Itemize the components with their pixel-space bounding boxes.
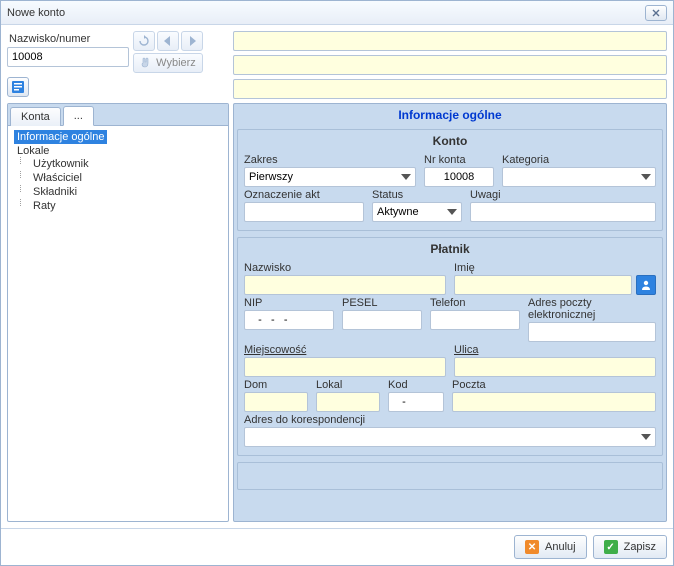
arrow-right-icon <box>188 36 196 46</box>
tab-konta[interactable]: Konta <box>10 107 61 126</box>
email-input[interactable] <box>528 322 656 342</box>
kod-label: Kod <box>388 379 444 391</box>
nazwisko-input[interactable] <box>244 275 446 295</box>
titlebar: Nowe konto <box>1 1 673 25</box>
zakres-label: Zakres <box>244 154 416 166</box>
main-panel: Informacje ogólne Konto Zakres Pierwszy … <box>233 103 667 522</box>
tree-item-skladniki[interactable]: Składniki <box>30 185 224 199</box>
poczta-label: Poczta <box>452 379 656 391</box>
arrow-left-icon <box>164 36 172 46</box>
telefon-input[interactable] <box>430 310 520 330</box>
section-platnik: Płatnik Nazwisko Imię <box>237 237 663 456</box>
nip-label: NIP <box>244 297 334 309</box>
window-close-button[interactable] <box>645 5 667 21</box>
hand-icon <box>140 57 152 69</box>
close-icon <box>652 9 660 17</box>
pesel-label: PESEL <box>342 297 422 309</box>
koresp-select[interactable] <box>244 427 656 447</box>
window: Nowe konto Nazwisko/numer <box>0 0 674 566</box>
refresh-icon <box>138 35 150 47</box>
form-icon <box>11 80 25 94</box>
top-input-1[interactable] <box>233 31 667 51</box>
section-konto-title: Konto <box>244 132 656 152</box>
ulica-input[interactable] <box>454 357 656 377</box>
anuluj-button[interactable]: ✕ Anuluj <box>514 535 587 559</box>
details-button[interactable] <box>7 77 29 97</box>
koresp-label: Adres do korespondencji <box>244 414 656 426</box>
uwagi-label: Uwagi <box>470 189 656 201</box>
status-select[interactable]: Aktywne <box>372 202 462 222</box>
zapisz-button[interactable]: ✓ Zapisz <box>593 535 667 559</box>
section-empty <box>237 462 663 490</box>
footer: ✕ Anuluj ✓ Zapisz <box>1 528 673 565</box>
poczta-input[interactable] <box>452 392 656 412</box>
nrkonta-label: Nr konta <box>424 154 494 166</box>
uwagi-input[interactable] <box>470 202 656 222</box>
wybierz-button[interactable]: Wybierz <box>133 53 203 73</box>
email-label: Adres poczty elektronicznej <box>528 297 656 321</box>
zapisz-label: Zapisz <box>624 541 656 553</box>
cancel-icon: ✕ <box>525 540 539 554</box>
tree-item-raty[interactable]: Raty <box>30 199 224 213</box>
anuluj-label: Anuluj <box>545 541 576 553</box>
status-label: Status <box>372 189 462 201</box>
save-icon: ✓ <box>604 540 618 554</box>
wybierz-label: Wybierz <box>156 57 196 69</box>
oznaczenie-input[interactable] <box>244 202 364 222</box>
tab-current[interactable]: ... <box>63 106 94 126</box>
imie-label: Imię <box>454 262 656 274</box>
person-icon <box>640 279 652 291</box>
zakres-select[interactable]: Pierwszy <box>244 167 416 187</box>
miejscowosc-label: Miejscowość <box>244 344 446 356</box>
refresh-button[interactable] <box>133 31 155 51</box>
panel-header: Informacje ogólne <box>234 104 666 126</box>
nip-input[interactable] <box>244 310 334 330</box>
window-title: Nowe konto <box>7 7 645 19</box>
lokal-input[interactable] <box>316 392 380 412</box>
tree: Informacje ogólne Lokale Użytkownik Właś… <box>8 126 228 521</box>
oznaczenie-label: Oznaczenie akt <box>244 189 364 201</box>
person-picker-button[interactable] <box>636 275 656 295</box>
left-panel: Nazwisko/numer <box>7 31 229 522</box>
section-platnik-title: Płatnik <box>244 240 656 260</box>
nazwisko-label: Nazwisko <box>244 262 446 274</box>
dom-input[interactable] <box>244 392 308 412</box>
kategoria-label: Kategoria <box>502 154 656 166</box>
miejscowosc-input[interactable] <box>244 357 446 377</box>
tree-item-wlasciciel[interactable]: Właściciel <box>30 171 224 185</box>
dom-label: Dom <box>244 379 308 391</box>
left-tabs: Konta ... Informacje ogólne Lokale Użytk… <box>7 103 229 522</box>
prev-button[interactable] <box>157 31 179 51</box>
kod-input[interactable] <box>388 392 444 412</box>
top-input-3[interactable] <box>233 79 667 99</box>
telefon-label: Telefon <box>430 297 520 309</box>
pesel-input[interactable] <box>342 310 422 330</box>
right-panel: Informacje ogólne Konto Zakres Pierwszy … <box>233 31 667 522</box>
ulica-label: Ulica <box>454 344 656 356</box>
id-input[interactable] <box>7 47 129 67</box>
tree-item-uzytkownik[interactable]: Użytkownik <box>30 157 224 171</box>
tree-item-lokale[interactable]: Lokale Użytkownik Właściciel Składniki R… <box>14 144 224 214</box>
kategoria-select[interactable] <box>502 167 656 187</box>
lokal-label: Lokal <box>316 379 380 391</box>
top-input-2[interactable] <box>233 55 667 75</box>
section-konto: Konto Zakres Pierwszy Nr konta <box>237 129 663 231</box>
imie-input[interactable] <box>454 275 632 295</box>
next-button[interactable] <box>181 31 203 51</box>
nrkonta-input[interactable] <box>424 167 494 187</box>
id-label: Nazwisko/numer <box>9 33 129 45</box>
tabstrip: Konta ... <box>8 104 228 126</box>
tree-item-informacje-ogolne[interactable]: Informacje ogólne <box>14 130 224 144</box>
